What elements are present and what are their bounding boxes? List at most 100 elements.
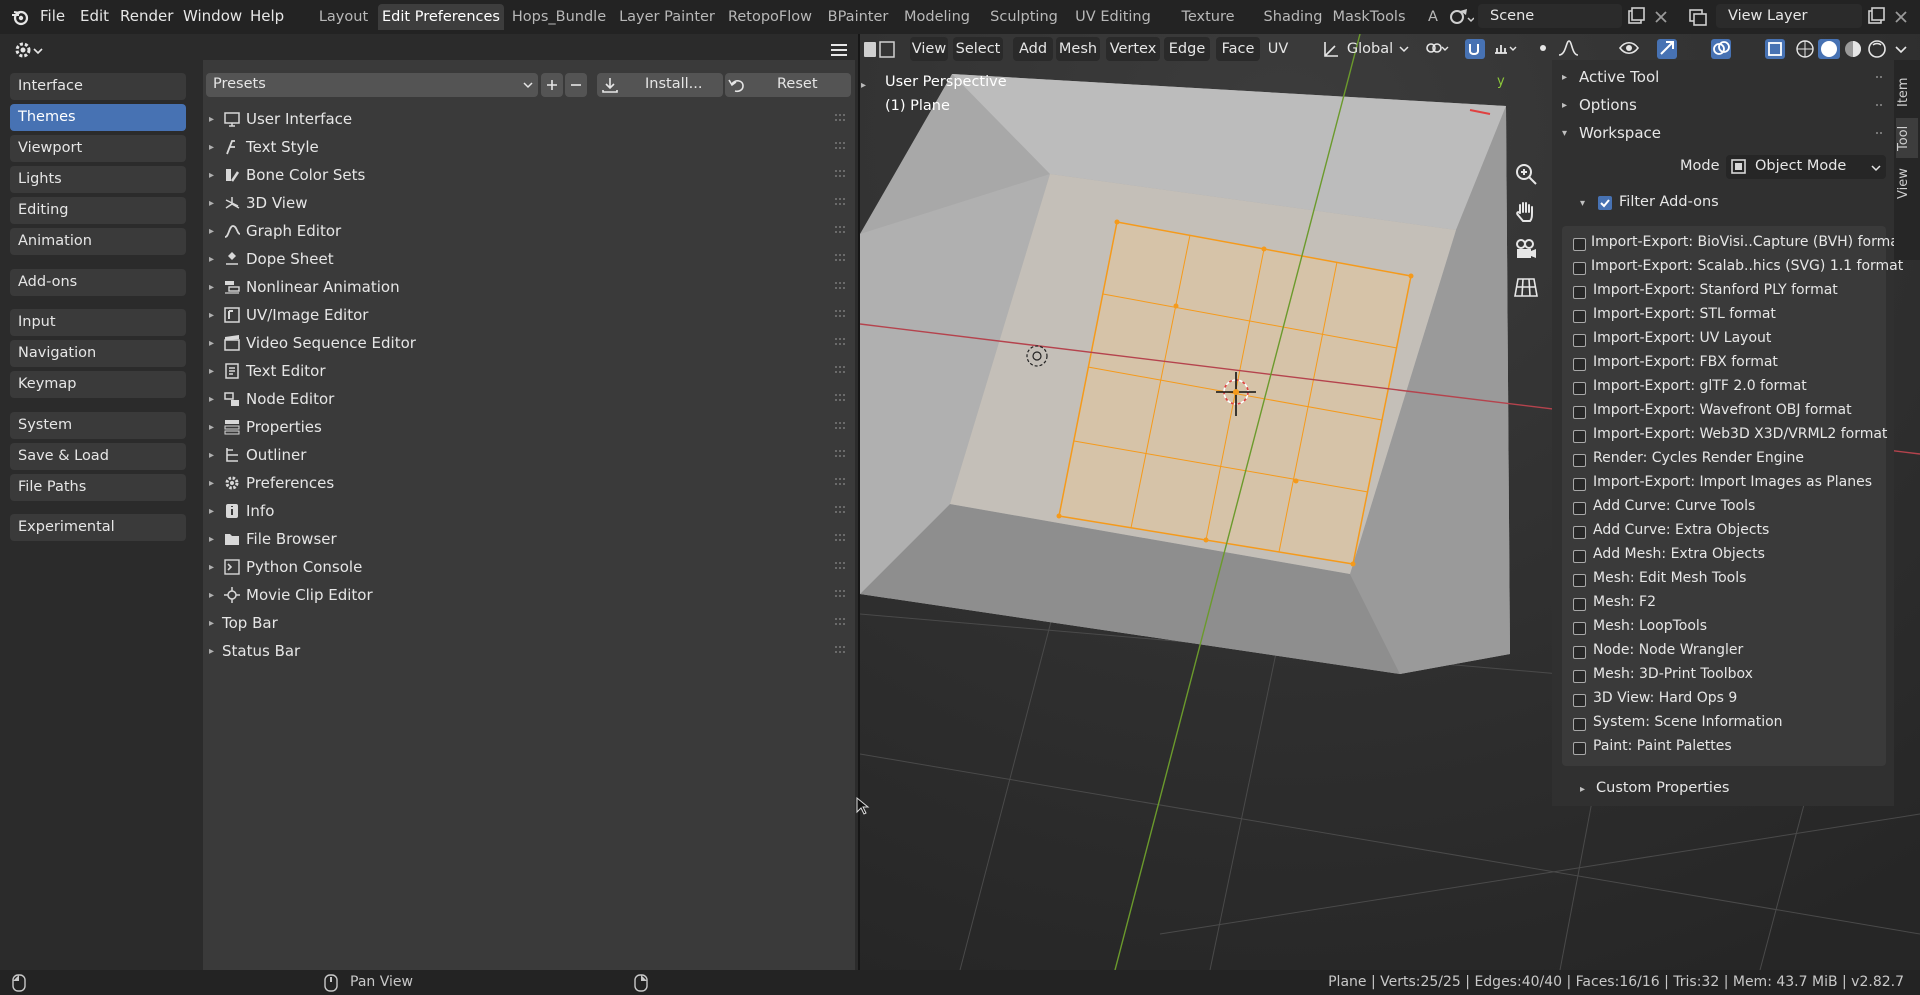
snap-icon[interactable]	[1464, 37, 1490, 61]
drag-grip-icon[interactable]	[834, 448, 848, 460]
view-layer-icon[interactable]	[1686, 6, 1712, 28]
overlays-icon[interactable]	[1710, 37, 1736, 61]
sidebar-item-system[interactable]: System	[10, 412, 186, 439]
drag-grip-icon[interactable]	[834, 560, 848, 572]
theme-section-video-sequence-editor[interactable]: ▸ Video Sequence Editor	[206, 331, 848, 357]
tab-layer-painter[interactable]: Layer Painter	[614, 4, 720, 30]
sidebar-item-file-paths[interactable]: File Paths	[10, 474, 186, 501]
addon-checkbox[interactable]	[1573, 550, 1586, 563]
addon-checkbox[interactable]	[1573, 286, 1586, 299]
tab-retopoflow[interactable]: RetopoFlow	[722, 4, 818, 30]
theme-section-movie-clip-editor[interactable]: ▸ Movie Clip Editor	[206, 583, 848, 609]
tab-bpainter[interactable]: BPainter	[822, 4, 894, 30]
snap-target-icon[interactable]	[1492, 37, 1518, 61]
scene-selector-icon[interactable]	[1448, 6, 1474, 28]
viewport-menu-vertex[interactable]: Vertex	[1106, 37, 1160, 61]
theme-section-python-console[interactable]: ▸ Python Console	[206, 555, 848, 581]
menu-file[interactable]: File	[40, 4, 65, 28]
tab-shading[interactable]: Shading	[1260, 4, 1326, 30]
active-tool-header[interactable]: Active Tool	[1579, 68, 1659, 86]
new-scene-icon[interactable]	[1626, 7, 1646, 27]
tab-a[interactable]: A	[1428, 4, 1438, 30]
drag-grip-icon[interactable]	[834, 140, 848, 152]
filter-addons-checkbox[interactable]	[1598, 196, 1612, 210]
tab-texture-paint[interactable]: Texture Paint	[1162, 4, 1254, 51]
sidebar-item-add-ons[interactable]: Add-ons	[10, 269, 186, 296]
drag-grip-icon[interactable]	[834, 420, 848, 432]
drag-grip-icon[interactable]	[834, 588, 848, 600]
theme-section-bone-color-sets[interactable]: ▸ Bone Color Sets	[206, 163, 848, 189]
sidebar-item-editing[interactable]: Editing	[10, 197, 186, 224]
drag-grip-icon[interactable]	[834, 616, 848, 628]
addon-checkbox[interactable]	[1573, 694, 1586, 707]
drag-grip-icon[interactable]	[834, 280, 848, 292]
theme-section-top-bar[interactable]: ▸ Top Bar	[206, 611, 848, 637]
pivot-point-icon[interactable]	[1424, 37, 1450, 61]
new-view-layer-icon[interactable]	[1866, 7, 1886, 27]
workspace-header[interactable]: Workspace	[1579, 124, 1661, 142]
viewport-menu-view[interactable]: View	[910, 37, 948, 61]
visibility-icon[interactable]	[1618, 37, 1644, 61]
addon-checkbox[interactable]	[1573, 430, 1586, 443]
editor-type-icon[interactable]	[862, 39, 898, 61]
theme-section-text-style[interactable]: ▸ Text Style	[206, 135, 848, 161]
addon-checkbox[interactable]	[1573, 646, 1586, 659]
tab-hops-bundle[interactable]: Hops_Bundle	[510, 4, 608, 30]
gizmo-toggle-icon[interactable]	[1656, 37, 1682, 61]
drag-grip-icon[interactable]	[834, 224, 848, 236]
addon-checkbox[interactable]	[1573, 718, 1586, 731]
transform-orientation-dropdown[interactable]: Global	[1342, 37, 1398, 61]
sidebar-item-save-load[interactable]: Save & Load	[10, 443, 186, 470]
tab-item[interactable]: Item	[1896, 72, 1918, 112]
tab-layout[interactable]: Layout	[312, 4, 375, 30]
viewport-menu-uv[interactable]: UV	[1266, 37, 1290, 61]
xray-icon[interactable]	[1764, 37, 1790, 61]
tab-sculpting[interactable]: Sculpting	[984, 4, 1064, 30]
drag-grip-icon[interactable]	[834, 644, 848, 656]
wireframe-shading-icon[interactable]	[1794, 37, 1820, 61]
addon-checkbox[interactable]	[1573, 238, 1586, 251]
menu-help[interactable]: Help	[250, 4, 284, 28]
addon-checkbox[interactable]	[1573, 262, 1586, 275]
options-header[interactable]: Options	[1579, 96, 1637, 114]
addon-checkbox[interactable]	[1573, 742, 1586, 755]
drag-grip-icon[interactable]	[834, 504, 848, 516]
sidebar-item-experimental[interactable]: Experimental	[10, 514, 186, 541]
drag-grip-icon[interactable]	[834, 196, 848, 208]
drag-grip-icon[interactable]	[834, 336, 848, 348]
theme-section-dope-sheet[interactable]: ▸ Dope Sheet	[206, 247, 848, 273]
menu-edit[interactable]: Edit	[80, 4, 109, 28]
sidebar-item-themes[interactable]: Themes	[10, 104, 186, 131]
theme-section-nonlinear-animation[interactable]: ▸ Nonlinear Animation	[206, 275, 848, 301]
addon-checkbox[interactable]	[1573, 382, 1586, 395]
sidebar-item-viewport[interactable]: Viewport	[10, 135, 186, 162]
addon-checkbox[interactable]	[1573, 670, 1586, 683]
viewport-menu-edge[interactable]: Edge	[1164, 37, 1210, 61]
sidebar-item-lights[interactable]: Lights	[10, 166, 186, 193]
theme-section-graph-editor[interactable]: ▸ Graph Editor	[206, 219, 848, 245]
theme-section-file-browser[interactable]: ▸ File Browser	[206, 527, 848, 553]
drag-grip-icon[interactable]	[834, 308, 848, 320]
hamburger-menu-icon[interactable]	[828, 40, 850, 60]
drag-grip-icon[interactable]	[834, 392, 848, 404]
addon-checkbox[interactable]	[1573, 478, 1586, 491]
drag-grip-icon[interactable]	[834, 252, 848, 264]
add-preset-button[interactable]	[541, 73, 563, 97]
sidebar-item-input[interactable]: Input	[10, 309, 186, 336]
delete-view-layer-icon[interactable]	[1892, 7, 1910, 27]
theme-section-info[interactable]: ▸ Info	[206, 499, 848, 525]
camera-icon[interactable]	[1512, 236, 1540, 264]
preferences-menu-icon[interactable]	[12, 38, 46, 62]
solid-shading-icon[interactable]	[1818, 37, 1844, 61]
tab-tool[interactable]: Tool	[1896, 118, 1918, 158]
addon-checkbox[interactable]	[1573, 334, 1586, 347]
addon-checkbox[interactable]	[1573, 310, 1586, 323]
sidebar-item-keymap[interactable]: Keymap	[10, 371, 186, 398]
viewport-menu-face[interactable]: Face	[1216, 37, 1260, 61]
theme-section-status-bar[interactable]: ▸ Status Bar	[206, 639, 848, 665]
sidebar-item-interface[interactable]: Interface	[10, 73, 186, 100]
delete-scene-icon[interactable]	[1652, 7, 1670, 27]
blender-logo-icon[interactable]	[10, 7, 30, 27]
addon-checkbox[interactable]	[1573, 502, 1586, 515]
zoom-icon[interactable]	[1512, 160, 1540, 188]
